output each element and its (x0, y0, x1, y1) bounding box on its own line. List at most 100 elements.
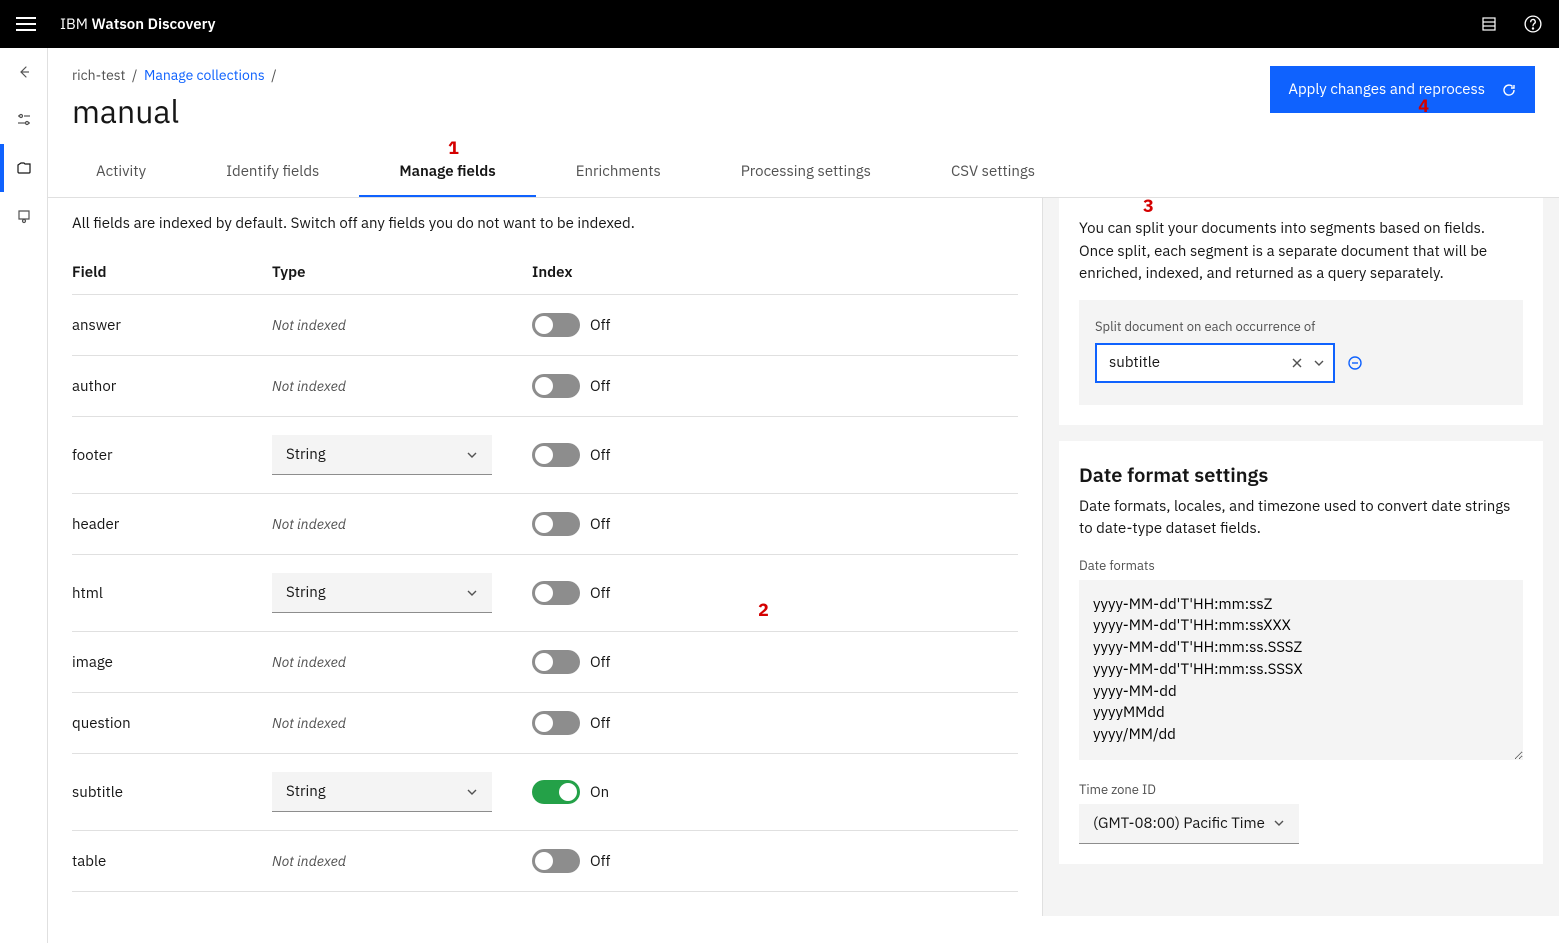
not-indexed-label: Not indexed (272, 714, 346, 732)
timezone-value: (GMT-08:00) Pacific Time (1093, 814, 1265, 833)
chevron-down-icon (466, 786, 478, 798)
tabs: Activity Identify fields Manage fields E… (48, 148, 1559, 198)
toggle-label: Off (590, 714, 610, 733)
date-format-title: Date format settings (1079, 461, 1523, 488)
not-indexed-label: Not indexed (272, 377, 346, 395)
table-row: answerNot indexed Off (72, 295, 1018, 356)
rail-deploy-icon[interactable] (0, 192, 48, 240)
col-field: Field (72, 263, 272, 282)
field-name: author (72, 377, 272, 396)
rail-collections-icon[interactable] (0, 144, 48, 192)
field-name: subtitle (72, 783, 272, 802)
split-label: Split document on each occurrence of (1095, 318, 1507, 335)
type-select[interactable]: String (272, 435, 492, 475)
index-toggle[interactable] (532, 711, 580, 735)
date-formats-label: Date formats (1079, 557, 1523, 574)
field-name: html (72, 584, 272, 603)
table-row: subtitle String On (72, 754, 1018, 831)
not-indexed-label: Not indexed (272, 653, 346, 671)
type-value: String (286, 782, 326, 801)
index-toggle[interactable] (532, 512, 580, 536)
chevron-down-icon (466, 587, 478, 599)
col-type: Type (272, 263, 532, 282)
apply-button-label: Apply changes and reprocess (1288, 80, 1485, 99)
field-name: footer (72, 446, 272, 465)
table-row: questionNot indexed Off (72, 693, 1018, 754)
data-icon[interactable] (1479, 14, 1499, 34)
breadcrumb-project: rich-test (72, 66, 125, 84)
breadcrumb-link[interactable]: Manage collections (144, 66, 265, 84)
split-description: You can split your documents into segmen… (1079, 218, 1523, 286)
tab-activity[interactable]: Activity (56, 148, 186, 197)
help-icon[interactable] (1523, 14, 1543, 34)
index-toggle[interactable] (532, 374, 580, 398)
chevron-down-icon[interactable] (1313, 357, 1325, 369)
index-toggle[interactable] (532, 443, 580, 467)
annotation-3: 3 (1143, 194, 1154, 217)
chevron-down-icon (1273, 817, 1285, 829)
not-indexed-label: Not indexed (272, 852, 346, 870)
split-select-value: subtitle (1109, 353, 1160, 372)
tab-processing-settings[interactable]: Processing settings (701, 148, 911, 197)
brand-name: Watson Discovery (92, 15, 216, 34)
toggle-label: Off (590, 515, 610, 534)
rail-collapse-icon[interactable] (0, 48, 48, 96)
index-toggle[interactable] (532, 849, 580, 873)
fields-hint: All fields are indexed by default. Switc… (72, 214, 1018, 233)
toggle-label: On (590, 783, 609, 802)
apply-button[interactable]: Apply changes and reprocess (1270, 66, 1535, 113)
type-select[interactable]: String (272, 573, 492, 613)
toggle-label: Off (590, 377, 610, 396)
table-row: htmlString Off (72, 555, 1018, 632)
table-row: authorNot indexed Off (72, 356, 1018, 417)
index-toggle[interactable] (532, 780, 580, 804)
not-indexed-label: Not indexed (272, 316, 346, 334)
refresh-icon (1501, 82, 1517, 98)
brand: IBM Watson Discovery (60, 15, 215, 34)
breadcrumb: rich-test / Manage collections / (72, 66, 277, 84)
timezone-label: Time zone ID (1079, 781, 1523, 798)
field-name: question (72, 714, 272, 733)
index-toggle[interactable] (532, 650, 580, 674)
table-row: headerNot indexed Off (72, 494, 1018, 555)
close-icon[interactable] (1291, 357, 1303, 369)
main: rich-test / Manage collections / manual … (48, 48, 1559, 943)
table-row: imageNot indexed Off (72, 632, 1018, 693)
side-rail (0, 48, 48, 943)
field-name: table (72, 852, 272, 871)
field-name: answer (72, 316, 272, 335)
fields-table: Field Type Index answerNot indexedOffaut… (72, 251, 1018, 892)
index-toggle[interactable] (532, 313, 580, 337)
split-select[interactable]: subtitle (1095, 343, 1335, 383)
chevron-down-icon (466, 449, 478, 461)
date-formats-input[interactable] (1079, 580, 1523, 760)
type-value: String (286, 445, 326, 464)
brand-prefix: IBM (60, 15, 92, 34)
index-toggle[interactable] (532, 581, 580, 605)
tab-csv-settings[interactable]: CSV settings (911, 148, 1075, 197)
toggle-label: Off (590, 852, 610, 871)
split-card: You can split your documents into segmen… (1059, 198, 1543, 425)
remove-split-icon[interactable] (1347, 355, 1363, 371)
table-row: tableNot indexed Off (72, 831, 1018, 892)
tab-manage-fields[interactable]: Manage fields (359, 148, 535, 197)
col-index: Index (532, 263, 1018, 282)
topbar: IBM Watson Discovery (0, 0, 1559, 48)
tab-identify-fields[interactable]: Identify fields (186, 148, 359, 197)
page-title: manual (72, 90, 277, 132)
tab-enrichments[interactable]: Enrichments (536, 148, 701, 197)
not-indexed-label: Not indexed (272, 515, 346, 533)
toggle-label: Off (590, 653, 610, 672)
date-format-desc: Date formats, locales, and timezone used… (1079, 496, 1523, 541)
menu-icon[interactable] (16, 17, 36, 31)
toggle-label: Off (590, 316, 610, 335)
toggle-label: Off (590, 584, 610, 603)
timezone-select[interactable]: (GMT-08:00) Pacific Time (1079, 804, 1299, 844)
type-select[interactable]: String (272, 772, 492, 812)
field-name: header (72, 515, 272, 534)
fields-panel: All fields are indexed by default. Switc… (48, 198, 1043, 916)
field-name: image (72, 653, 272, 672)
rail-settings-icon[interactable] (0, 96, 48, 144)
table-row: footer String Off (72, 417, 1018, 494)
toggle-label: Off (590, 446, 610, 465)
